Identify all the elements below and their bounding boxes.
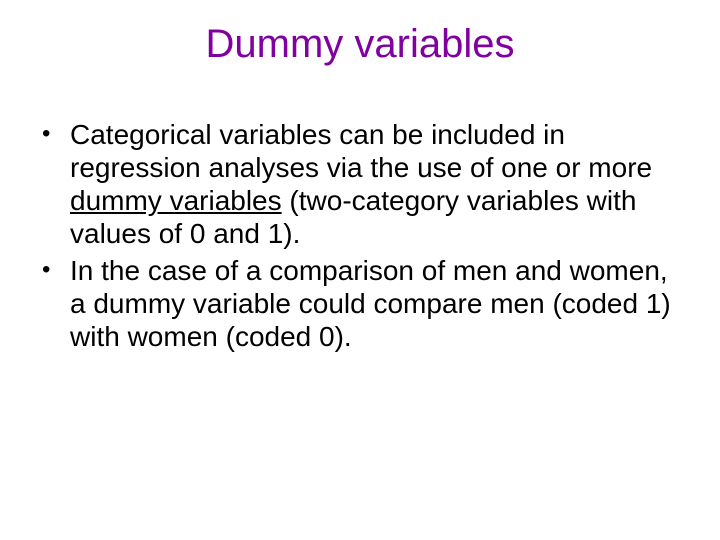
bullet-item: • Categorical variables can be included …	[40, 118, 680, 250]
bullet-text: Categorical variables can be included in…	[70, 118, 680, 250]
bullet-underline: dummy variables	[70, 185, 282, 216]
bullet-segment: In the case of a comparison of men and w…	[70, 255, 671, 352]
bullet-dot-icon: •	[40, 254, 70, 353]
slide-title: Dummy variables	[0, 22, 720, 67]
bullet-dot-icon: •	[40, 118, 70, 250]
bullet-item: • In the case of a comparison of men and…	[40, 254, 680, 353]
bullet-segment: Categorical variables can be included in…	[70, 119, 652, 183]
slide-body: • Categorical variables can be included …	[40, 118, 680, 357]
slide: Dummy variables • Categorical variables …	[0, 0, 720, 540]
bullet-text: In the case of a comparison of men and w…	[70, 254, 680, 353]
